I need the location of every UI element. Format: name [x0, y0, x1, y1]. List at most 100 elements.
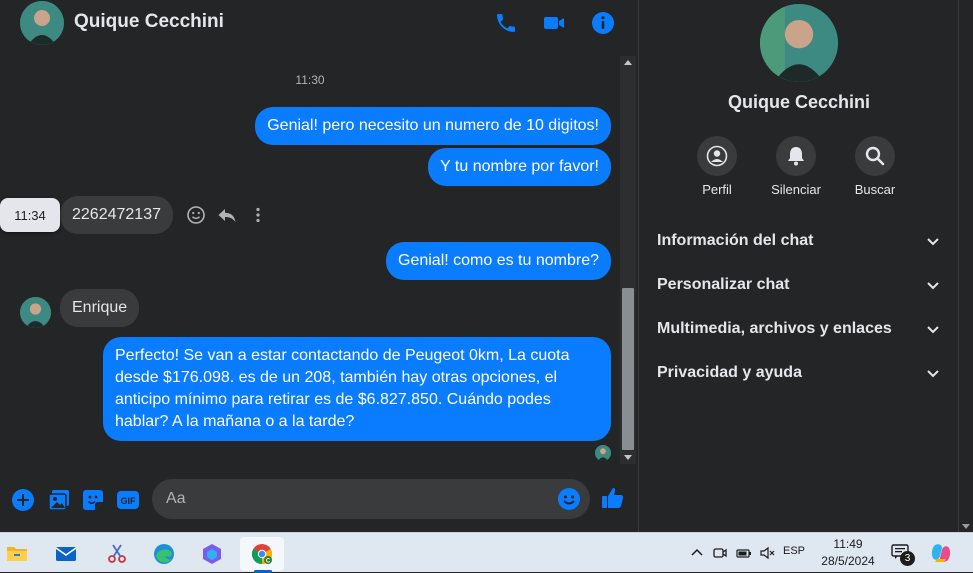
- incoming-message[interactable]: 2262472137: [60, 196, 173, 234]
- contact-name[interactable]: Quique Cecchini: [74, 11, 224, 33]
- video-camera-icon: [544, 17, 564, 29]
- attach-image-button[interactable]: [46, 487, 72, 513]
- copilot-pre-icon: [931, 544, 951, 562]
- phone-icon: [497, 14, 515, 32]
- tray-meet-now[interactable]: [711, 544, 729, 562]
- section-label: Multimedia, archivos y enlaces: [657, 320, 892, 337]
- taskbar-clock[interactable]: 11:49 28/5/2024: [818, 536, 878, 570]
- plus-circle-icon: [12, 489, 34, 511]
- search-icon: [865, 146, 885, 166]
- folder-icon: [7, 547, 27, 561]
- scrollbar-thumb[interactable]: [622, 288, 634, 450]
- clock-date: 28/5/2024: [821, 554, 875, 568]
- scroll-down-arrow-icon[interactable]: [624, 455, 632, 460]
- tray-copilot-preview[interactable]: [930, 542, 952, 564]
- svg-text:C: C: [266, 558, 271, 564]
- send-like-button[interactable]: [600, 485, 626, 511]
- message-list[interactable]: 11:30 Genial! pero necesito un numero de…: [0, 56, 620, 464]
- chevron-down-icon: [927, 326, 939, 334]
- battery-plug-icon: [736, 549, 751, 558]
- emoji-button[interactable]: [557, 487, 581, 511]
- copilot-icon: [203, 544, 221, 564]
- react-button[interactable]: [185, 204, 207, 226]
- image-icon: [48, 490, 69, 511]
- scroll-up-arrow-icon[interactable]: [624, 60, 632, 65]
- conversation-info-panel: Quique Cecchini Perfil Silenciar Buscar …: [638, 0, 958, 532]
- mute-button[interactable]: Silenciar: [756, 136, 836, 197]
- taskbar-copilot[interactable]: [190, 537, 234, 571]
- profile-button[interactable]: Perfil: [677, 136, 757, 197]
- outgoing-message[interactable]: Genial! como es tu nombre?: [386, 242, 611, 280]
- gif-icon: GIF: [117, 491, 139, 509]
- profile-name: Quique Cecchini: [727, 92, 871, 112]
- notification-center-button[interactable]: 3: [888, 541, 916, 567]
- taskbar-snipping-tool[interactable]: [95, 537, 139, 571]
- message-time-tooltip: 11:34: [0, 198, 60, 232]
- webcam-icon: [713, 548, 727, 558]
- smiley-icon: [187, 206, 205, 224]
- chat-pane: Quique Cecchini 11:30 Genial! pero neces…: [0, 0, 638, 532]
- sticker-button[interactable]: [80, 487, 106, 513]
- input-language[interactable]: ESP: [783, 545, 805, 557]
- search-button-circle[interactable]: [855, 136, 895, 176]
- mute-button-label: Silenciar: [771, 182, 821, 197]
- vertical-dots-icon: [256, 207, 260, 223]
- profile-button-circle[interactable]: [697, 136, 737, 176]
- chrome-icon: C: [251, 544, 273, 564]
- taskbar-edge[interactable]: [142, 537, 186, 571]
- section-chat-info[interactable]: Información del chat: [657, 226, 941, 256]
- section-label: Personalizar chat: [657, 276, 790, 293]
- outgoing-message[interactable]: Perfecto! Se van a estar contactando de …: [103, 337, 611, 441]
- more-actions-button[interactable]: [10, 487, 36, 513]
- section-customize-chat[interactable]: Personalizar chat: [657, 270, 941, 300]
- clock-time: 11:49: [833, 537, 863, 551]
- search-in-chat-button[interactable]: Buscar: [835, 136, 915, 197]
- message-input-wrapper: [152, 479, 590, 519]
- profile-button-label: Perfil: [702, 182, 732, 197]
- section-media-files-links[interactable]: Multimedia, archivos y enlaces: [657, 314, 941, 344]
- tray-volume-muted[interactable]: [758, 544, 776, 562]
- message-composer: GIF: [0, 476, 638, 522]
- show-hidden-icons-button[interactable]: [688, 544, 706, 562]
- scroll-down-arrow-icon[interactable]: [962, 524, 970, 529]
- svg-text:GIF: GIF: [121, 496, 137, 506]
- taskbar-mail[interactable]: [44, 537, 88, 571]
- profile-avatar[interactable]: [760, 4, 838, 82]
- bell-icon: [788, 147, 804, 166]
- video-call-button[interactable]: [541, 10, 567, 36]
- profile-icon: [706, 145, 728, 167]
- incoming-message[interactable]: Enrique: [60, 289, 140, 327]
- page-scrollbar[interactable]: [958, 0, 973, 532]
- gif-button[interactable]: GIF: [115, 487, 141, 513]
- messenger-window: Quique Cecchini 11:30 Genial! pero neces…: [0, 0, 973, 532]
- more-options-button[interactable]: [247, 204, 269, 226]
- sender-avatar: [20, 297, 51, 328]
- chevron-down-icon: [927, 238, 939, 246]
- message-scrollbar[interactable]: [620, 56, 636, 464]
- thumbs-up-icon: [602, 488, 624, 508]
- search-button-label: Buscar: [854, 182, 896, 197]
- contact-avatar[interactable]: [20, 1, 64, 45]
- conversation-info-button[interactable]: [590, 10, 616, 36]
- speaker-muted-icon: [760, 546, 775, 560]
- message-timestamp: 11:30: [295, 73, 325, 87]
- taskbar-chrome[interactable]: C: [240, 537, 284, 571]
- taskbar-file-explorer[interactable]: [0, 537, 39, 571]
- outgoing-message[interactable]: Y tu nombre por favor!: [428, 148, 611, 186]
- snipping-tool-icon: [108, 544, 126, 563]
- mail-icon: [55, 547, 77, 561]
- outgoing-message[interactable]: Genial! pero necesito un numero de 10 di…: [255, 107, 611, 145]
- windows-taskbar: C ESP 11:49 28/5/2024 3: [0, 532, 973, 573]
- reply-button[interactable]: [216, 204, 238, 226]
- voice-call-button[interactable]: [493, 10, 519, 36]
- info-icon: [592, 12, 614, 34]
- emoji-icon: [558, 488, 580, 510]
- section-privacy-help[interactable]: Privacidad y ayuda: [657, 358, 941, 388]
- tray-battery[interactable]: [735, 544, 753, 562]
- chat-header: Quique Cecchini: [0, 0, 638, 46]
- section-label: Privacidad y ayuda: [657, 364, 802, 381]
- chevron-down-icon: [927, 370, 939, 378]
- chevron-down-icon: [927, 282, 939, 290]
- message-input[interactable]: [152, 479, 552, 519]
- mute-button-circle[interactable]: [776, 136, 816, 176]
